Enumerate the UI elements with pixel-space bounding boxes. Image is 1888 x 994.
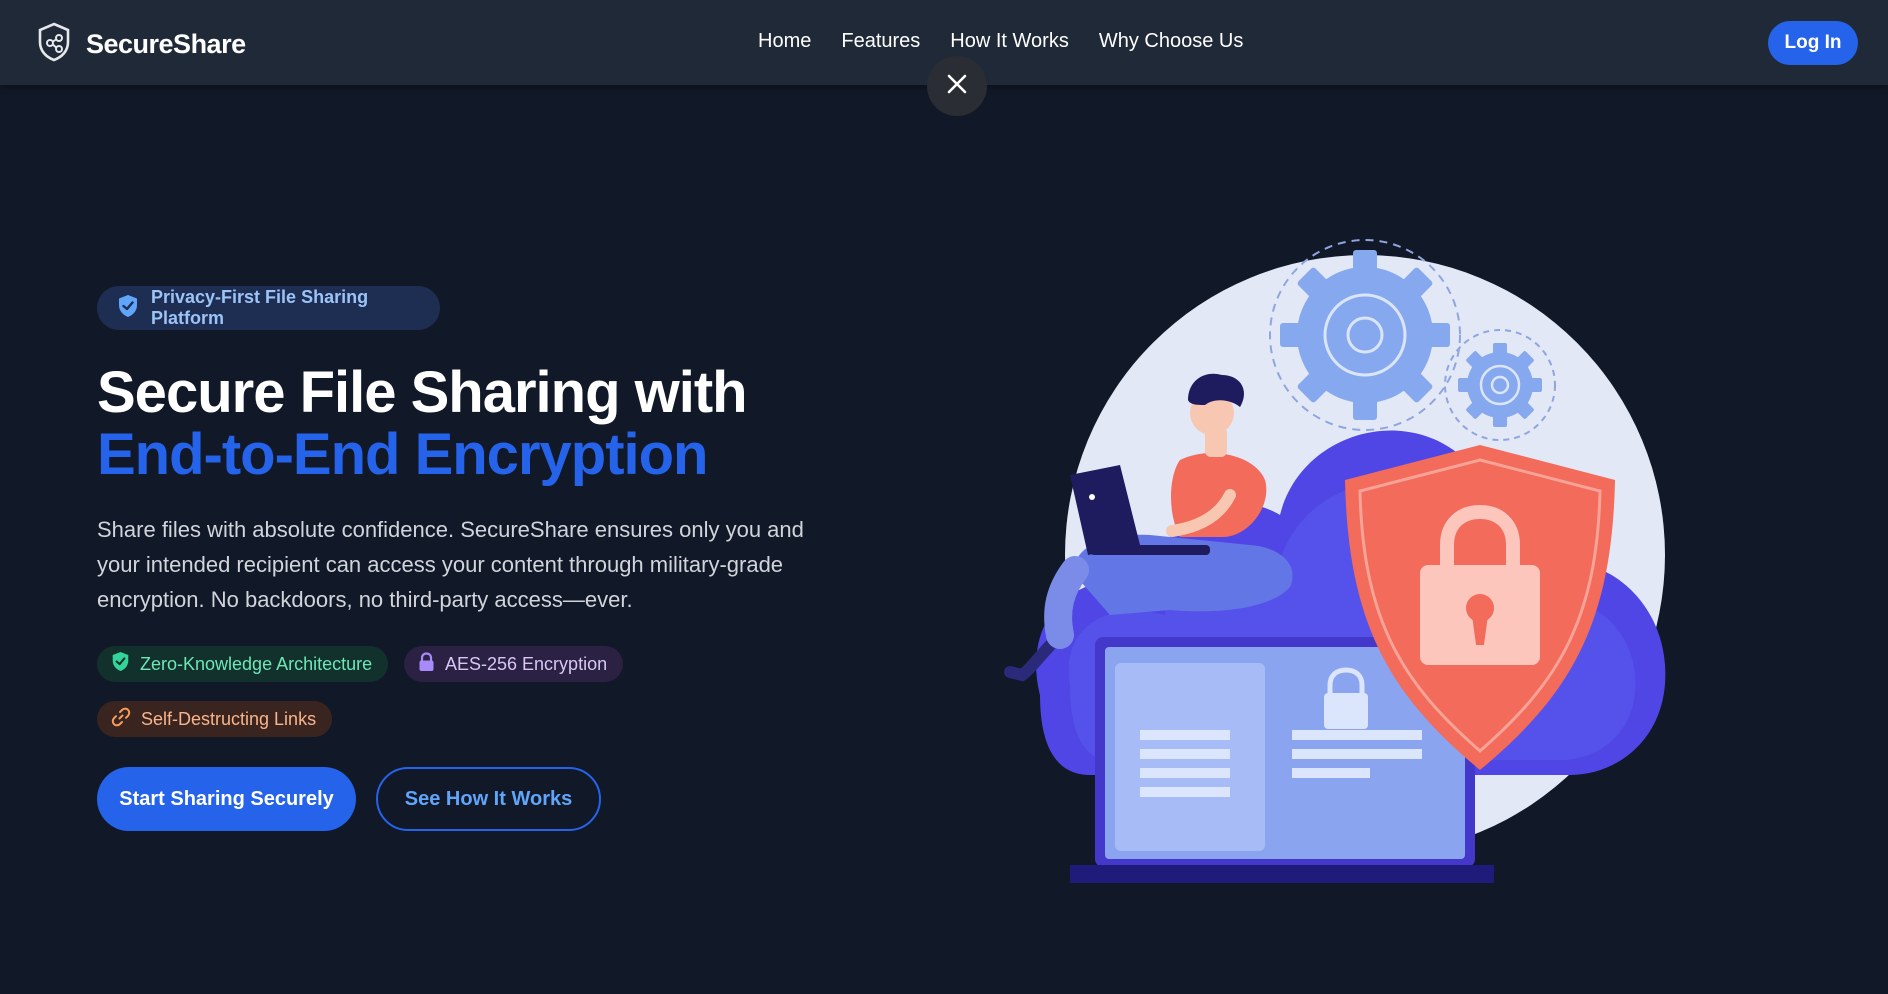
gear-icon xyxy=(1458,343,1542,427)
shield-check-icon xyxy=(117,294,139,323)
feature-pill-label: Self-Destructing Links xyxy=(141,708,317,729)
shield-check-icon xyxy=(111,651,130,677)
login-button[interactable]: Log In xyxy=(1768,21,1858,65)
brand[interactable]: SecureShare xyxy=(36,22,246,67)
nav-link-why-choose-us[interactable]: Why Choose Us xyxy=(1099,30,1244,53)
close-button[interactable] xyxy=(927,56,987,116)
lock-icon xyxy=(418,651,435,677)
close-icon xyxy=(946,73,968,100)
hero-title-line2: End-to-End Encryption xyxy=(97,422,709,487)
link-icon xyxy=(111,707,131,732)
start-sharing-button[interactable]: Start Sharing Securely xyxy=(97,767,356,831)
gear-icon xyxy=(1280,250,1450,420)
hero-title: Secure File Sharing with End-to-End Encr… xyxy=(97,362,857,486)
hero-description: Share files with absolute confidence. Se… xyxy=(97,517,804,612)
nav-links: Home Features How It Works Why Choose Us xyxy=(758,30,1243,53)
nav-link-how-it-works[interactable]: How It Works xyxy=(950,30,1069,53)
nav-link-features[interactable]: Features xyxy=(841,30,920,53)
feature-pill-label: Zero-Knowledge Architecture xyxy=(140,653,373,674)
see-how-it-works-button[interactable]: See How It Works xyxy=(376,767,601,831)
feature-pill-aes: AES-256 Encryption xyxy=(404,646,624,682)
nav-link-home[interactable]: Home xyxy=(758,30,811,53)
hero-badge-label: Privacy-First File Sharing Platform xyxy=(151,287,369,328)
hero-title-line1: Secure File Sharing with xyxy=(97,360,748,425)
secure-cloud-illustration xyxy=(1000,215,1690,905)
hero-badge: Privacy-First File Sharing Platform xyxy=(97,286,440,330)
feature-pill-self-destruct: Self-Destructing Links xyxy=(97,701,333,737)
feature-pill-zero-knowledge: Zero-Knowledge Architecture xyxy=(97,646,389,682)
shield-share-icon xyxy=(36,22,72,67)
feature-pill-label: AES-256 Encryption xyxy=(445,653,608,674)
brand-name: SecureShare xyxy=(86,29,246,59)
